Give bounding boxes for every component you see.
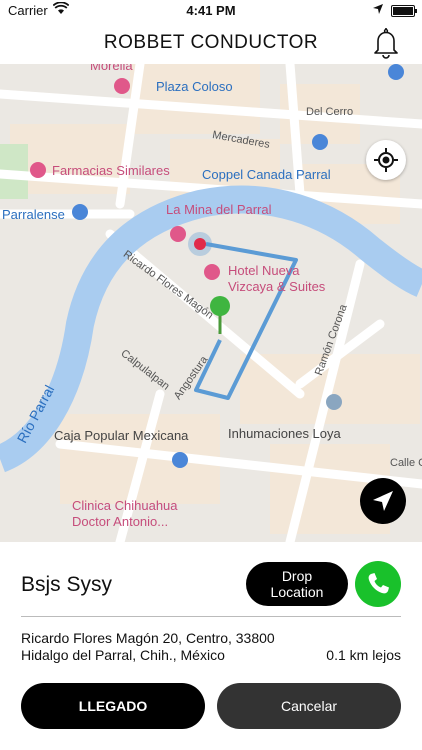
map-label: Calle C [390,457,422,469]
map-label: Doctor Antonio... [72,514,169,529]
crosshair-icon [374,148,398,172]
status-bar: Carrier 4:41 PM [0,0,422,22]
trip-panel: Bsjs Sysy Drop Location Ricardo Flores M… [0,542,422,750]
locate-me-button[interactable] [366,140,406,180]
navigation-arrow-icon [373,491,393,511]
shop-pin-icon [72,204,88,220]
map-label: Plaza Coloso [156,79,233,94]
phone-icon [368,573,389,594]
drop-button-line2: Location [270,584,324,600]
drop-button-line1: Drop [281,568,313,584]
shop-pin-icon [312,134,328,150]
nav-bar: ROBBET CONDUCTOR [0,22,422,65]
address-line1: Ricardo Flores Magón 20, Centro, 33800 [21,630,275,646]
passenger-name: Bsjs Sysy [21,573,113,596]
pharmacy-pin-icon [30,162,46,178]
page-title: ROBBET CONDUCTOR [103,32,319,53]
navigate-button[interactable] [360,478,406,524]
battery-icon [391,5,417,17]
bell-icon[interactable] [370,26,402,60]
hotel-pin-icon [204,264,220,280]
cancel-button[interactable]: Cancelar [217,683,401,729]
arrived-button[interactable]: LLEGADO [21,683,205,729]
map-label: La Mina del Parral [166,202,272,217]
address-line2: Hidalgo del Parral, Chih., México [21,647,225,663]
shop-pin-icon [172,452,188,468]
hotel-pin-icon [114,78,130,94]
map-label: Del Cerro [306,106,354,118]
place-pin-icon [388,64,404,80]
map-view[interactable]: Morelia Plaza Coloso Del Cerro Mercadere… [0,64,422,542]
location-arrow-icon [373,4,383,14]
call-button[interactable] [355,561,401,607]
drop-location-button[interactable]: Drop Location [246,562,348,606]
map-label: Hotel Nueva [228,263,300,278]
map-label: Farmacias Similares [52,163,170,178]
status-time: 4:41 PM [186,3,236,18]
map-label: Morelia [90,64,133,73]
map-canvas [0,64,422,542]
map-label: Vizcaya & Suites [228,279,326,294]
map-label: Parralense [2,207,65,222]
map-label: Inhumaciones Loya [228,426,341,441]
divider [21,616,401,617]
map-label: Caja Popular Mexicana [54,428,189,443]
distance-label: 0.1 km lejos [326,647,401,663]
hotel-pin-icon [170,226,186,242]
map-label: Clinica Chihuahua [72,498,178,513]
map-label: Coppel Canada Parral [202,167,331,182]
place-pin-icon [326,394,342,410]
